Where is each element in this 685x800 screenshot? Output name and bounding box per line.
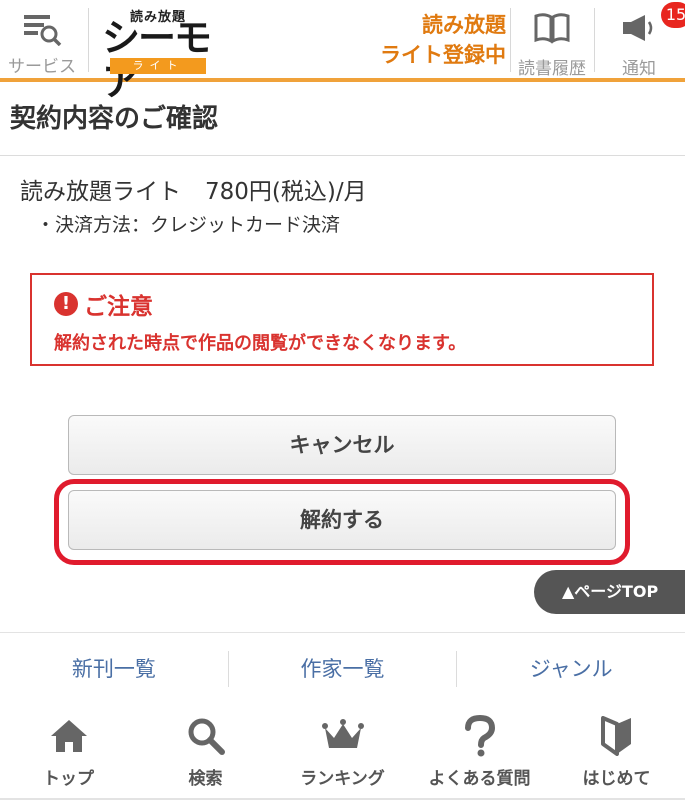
plan-summary: 読み放題ライト 780円(税込)/月 [20, 172, 367, 206]
payment-method: ・決済方法：クレジットカード決済 [36, 214, 341, 236]
home-icon [49, 714, 89, 758]
divider [510, 8, 511, 72]
plan-price: 780円(税込)/月 [205, 179, 367, 205]
notification-label: 通知 [622, 59, 656, 79]
service-menu-button[interactable]: サービス [0, 0, 84, 78]
nav-item-ranking[interactable]: ランキング [274, 706, 411, 798]
nav-item-faq[interactable]: よくある質問 [411, 706, 548, 798]
exclamation-icon: ! [54, 292, 78, 316]
open-book-icon [532, 12, 572, 48]
divider [88, 8, 89, 72]
nav-label: ランキング [300, 769, 385, 789]
plan-name: 読み放題ライト [20, 179, 181, 205]
nav-item-search[interactable]: 検索 [137, 706, 274, 798]
nav-item-top[interactable]: トップ [0, 706, 137, 798]
reading-history-button[interactable]: 読書履歴 [512, 0, 592, 79]
genres-link[interactable]: ジャンル [457, 633, 685, 704]
crown-icon [321, 714, 365, 758]
megaphone-icon: 15 [619, 2, 685, 48]
plan-status-line1: 読み放題 [422, 13, 506, 37]
service-label: サービス [8, 57, 76, 77]
new-releases-link[interactable]: 新刊一覧 [0, 633, 228, 704]
terminate-button[interactable]: 解約する [68, 490, 616, 550]
bottom-nav: トップ 検索 ランキング よくある質問 はじめて [0, 706, 685, 800]
caution-heading: ! ご注意 [54, 287, 153, 321]
authors-link[interactable]: 作家一覧 [229, 633, 457, 704]
plan-status[interactable]: 読み放題 ライト登録中 [350, 10, 506, 70]
page-top-button[interactable]: ▲ページTOP [534, 570, 685, 614]
cmoa-logo[interactable]: 読み放題 シーモア ライト [98, 6, 212, 104]
caution-box: ! ご注意 解約された時点で作品の閲覧ができなくなります。 [30, 273, 654, 366]
beginner-mark-icon [599, 714, 635, 758]
search-icon [186, 714, 226, 758]
caution-message: 解約された時点で作品の閲覧ができなくなります。 [54, 333, 467, 354]
service-list-icon [22, 12, 62, 47]
footer-links: 新刊一覧 作家一覧 ジャンル [0, 632, 685, 704]
page-title: 契約内容のご確認 [0, 86, 685, 156]
app-header: サービス 読み放題 シーモア ライト 読み放題 ライト登録中 読書履歴 15 通… [0, 0, 685, 104]
divider [594, 8, 595, 72]
reading-history-label: 読書履歴 [518, 59, 586, 79]
caution-heading-text: ご注意 [84, 294, 153, 320]
plan-status-line2: ライト登録中 [380, 43, 506, 67]
nav-label: トップ [43, 769, 94, 789]
cancel-button[interactable]: キャンセル [68, 415, 616, 475]
nav-label: 検索 [188, 769, 223, 789]
nav-label: はじめて [582, 769, 651, 789]
notification-count-badge: 15 [661, 2, 685, 28]
question-icon [462, 714, 498, 758]
nav-label: よくある質問 [428, 769, 531, 789]
nav-item-beginner[interactable]: はじめて [548, 706, 685, 798]
notification-button[interactable]: 15 通知 [596, 0, 685, 79]
